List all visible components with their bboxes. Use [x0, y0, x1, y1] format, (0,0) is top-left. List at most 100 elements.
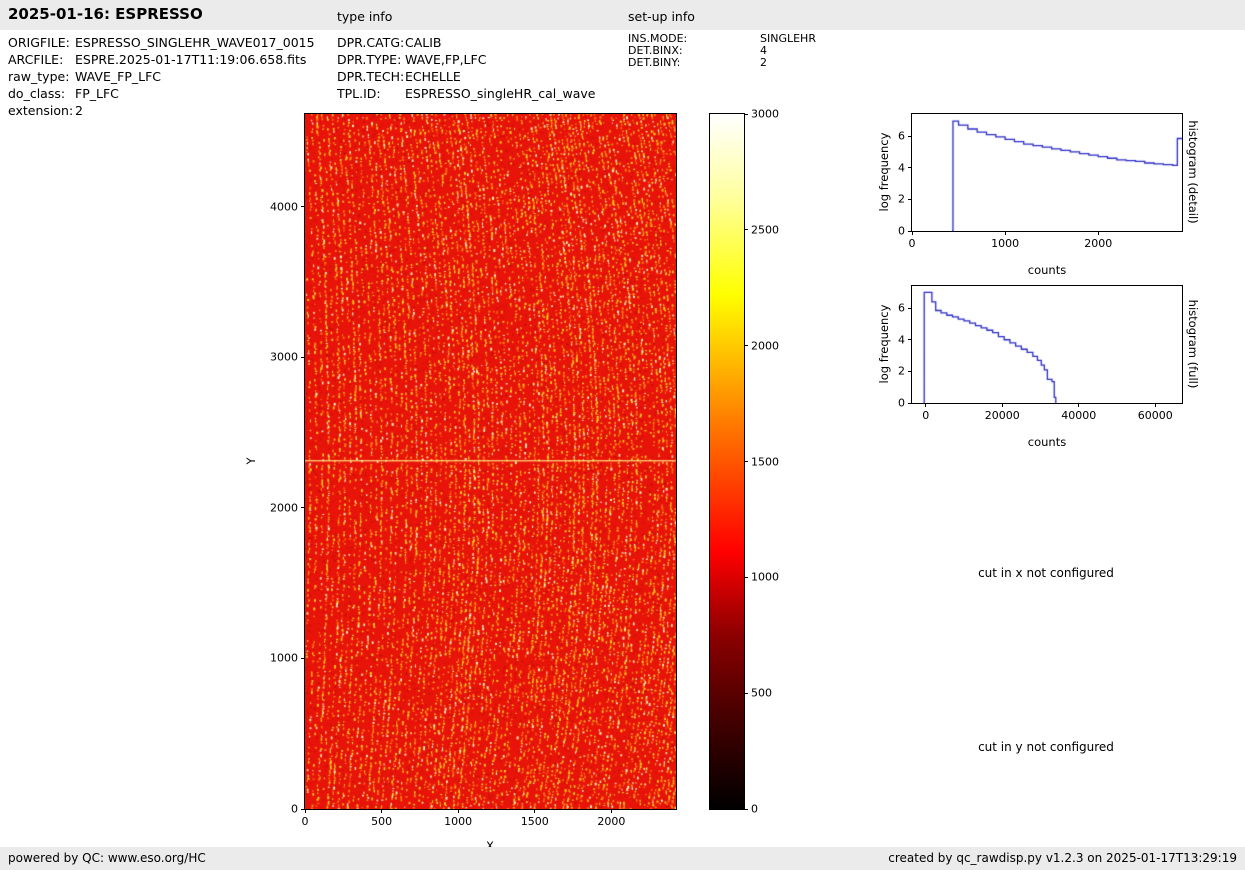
x-tick-mark: [1097, 231, 1099, 235]
y-tick-mark: [301, 657, 305, 659]
histogram-detail-plot: 0 1000 2000 0 2 4 6: [898, 113, 1183, 250]
y-tick-mark: [908, 135, 912, 137]
qc-report-page: 2025-01-16: ESPRESSO type info set-up in…: [0, 0, 1245, 870]
info-row-rawtype: raw_type: WAVE_FP_LFC: [8, 68, 315, 85]
y-tick-mark: [908, 339, 912, 341]
x-tick-mark: [1078, 403, 1080, 407]
y-tick-mark: [908, 230, 912, 232]
y-tick-mark: [908, 167, 912, 169]
info-row-extension: extension: 2: [8, 102, 315, 119]
y-tick-label: 4000: [270, 200, 298, 214]
histogram-full-plot: 0 20000 40000 60000 0 2 4 6: [898, 285, 1183, 422]
dpr-type-label: DPR.TYPE:: [337, 52, 402, 67]
info-row-arcfile: ARCFILE: ESPRE.2025-01-17T11:19:06.658.fi…: [8, 51, 315, 68]
y-tick-mark: [301, 356, 305, 358]
raw-y-axis-label: Y: [244, 457, 258, 465]
y-tick-mark: [301, 507, 305, 509]
info-row-dpr-tech: DPR.TECH:ECHELLE: [337, 68, 595, 85]
type-info-block: DPR.CATG:CALIB DPR.TYPE: WAVE,FP,LFC DPR.…: [337, 34, 595, 102]
rawtype-value: WAVE_FP_LFC: [75, 69, 161, 84]
x-tick-label: 60000: [1137, 409, 1173, 422]
x-tick-label: 20000: [984, 409, 1020, 422]
type-info-heading: type info: [337, 9, 393, 24]
origfile-value: ESPRESSO_SINGLEHR_WAVE017_0015: [75, 35, 315, 50]
info-row-dpr-catg: DPR.CATG:CALIB: [337, 34, 595, 51]
colorbar-tick-label: 1000: [751, 570, 779, 584]
x-tick-label: 0: [922, 409, 930, 422]
footer-powered-by: powered by QC: www.eso.org/HC: [8, 851, 206, 865]
histogram-full-title: histogram (full): [1186, 299, 1200, 389]
y-tick-label: 6: [898, 129, 905, 143]
extension-label: extension:: [8, 103, 74, 118]
det-biny-label: DET.BINY:: [628, 56, 681, 69]
x-tick-mark: [1154, 403, 1156, 407]
histogram-full-y-label: log frequency: [877, 304, 891, 384]
colorbar-tick-label: 500: [751, 686, 772, 700]
histogram-detail-title: histogram (detail): [1186, 120, 1200, 224]
extension-value: 2: [75, 103, 83, 118]
colorbar-tick-label: 0: [751, 802, 758, 816]
x-tick-mark: [1004, 231, 1006, 235]
dpr-catg-label: DPR.CATG:: [337, 35, 405, 50]
ins-mode-value: SINGLEHR: [760, 32, 816, 45]
histogram-detail-canvas: [912, 114, 1182, 231]
colorbar: 0 500 1000 1500 2000 2500 3000: [709, 108, 779, 816]
info-row-det-biny: DET.BINY: 2: [628, 57, 816, 69]
histogram-full-canvas: [912, 286, 1182, 403]
page-title: 2025-01-16: ESPRESSO: [8, 5, 203, 23]
cut-x-message: cut in x not configured: [978, 566, 1114, 580]
y-tick-mark: [301, 808, 305, 810]
dpr-tech-label: DPR.TECH:: [337, 69, 405, 84]
x-tick-label: 500: [371, 815, 393, 828]
x-tick-label: 0: [908, 237, 916, 250]
dpr-type-value: WAVE,FP,LFC: [405, 52, 487, 67]
dpr-catg-value: CALIB: [405, 35, 442, 50]
colorbar-tick-label: 2500: [751, 223, 779, 237]
colorbar-tick-mark: [744, 345, 748, 347]
file-info-block: ORIGFILE: ESPRESSO_SINGLEHR_WAVE017_0015 …: [8, 34, 315, 119]
dpr-tech-value: ECHELLE: [405, 69, 461, 84]
cut-y-message: cut in y not configured: [978, 740, 1114, 754]
arcfile-label: ARCFILE:: [8, 52, 64, 67]
arcfile-value: ESPRE.2025-01-17T11:19:06.658.fits: [75, 52, 307, 67]
colorbar-tick-label: 1500: [751, 455, 779, 468]
x-tick-label: 1000: [444, 815, 473, 828]
colorbar-tick-mark: [744, 576, 748, 578]
y-tick-label: 2: [898, 192, 905, 206]
y-tick-mark: [908, 402, 912, 404]
tpl-id-value: ESPRESSO_singleHR_cal_wave: [405, 86, 596, 101]
x-tick-label: 1500: [520, 815, 549, 828]
y-tick-mark: [301, 206, 305, 208]
x-tick-mark: [304, 809, 306, 813]
x-tick-label: 2000: [1084, 237, 1113, 250]
origfile-label: ORIGFILE:: [8, 35, 70, 50]
raw-display-canvas: [305, 114, 676, 809]
y-tick-label: 1000: [270, 651, 298, 665]
y-tick-mark: [908, 307, 912, 309]
x-tick-mark: [1001, 403, 1003, 407]
info-row-doclass: do_class: FP_LFC: [8, 85, 315, 102]
y-tick-label: 0: [898, 224, 905, 238]
raw-image-plot: 0 500 1000 1500 2000 0 1000 2000 3000 4000: [270, 113, 677, 828]
x-tick-label: 2000: [597, 815, 626, 828]
colorbar-tick-label: 2000: [751, 339, 779, 353]
tpl-id-label: TPL.ID:: [337, 86, 381, 101]
y-tick-mark: [908, 370, 912, 372]
x-tick-label: 1000: [991, 237, 1020, 250]
histogram-detail-y-label: log frequency: [877, 132, 891, 212]
colorbar-tick-mark: [744, 113, 748, 115]
info-row-dpr-type: DPR.TYPE: WAVE,FP,LFC: [337, 51, 595, 68]
histogram-full-x-label: counts: [1027, 435, 1067, 449]
det-biny-value: 2: [760, 56, 767, 69]
y-tick-label: 6: [898, 301, 905, 315]
info-row-tpl-id: TPL.ID: ESPRESSO_singleHR_cal_wave: [337, 85, 595, 102]
colorbar-tick-label: 3000: [751, 107, 779, 121]
x-tick-label: 0: [301, 815, 309, 828]
colorbar-tick-mark: [744, 461, 748, 462]
setup-info-block: INS.MODE: SINGLEHR DET.BINX: 4 DET.BINY: 2: [628, 33, 816, 69]
y-tick-label: 2000: [270, 501, 298, 515]
x-tick-label: 40000: [1061, 409, 1097, 422]
x-tick-mark: [911, 231, 913, 235]
info-row-origfile: ORIGFILE: ESPRESSO_SINGLEHR_WAVE017_0015: [8, 34, 315, 51]
doclass-label: do_class:: [8, 86, 66, 101]
